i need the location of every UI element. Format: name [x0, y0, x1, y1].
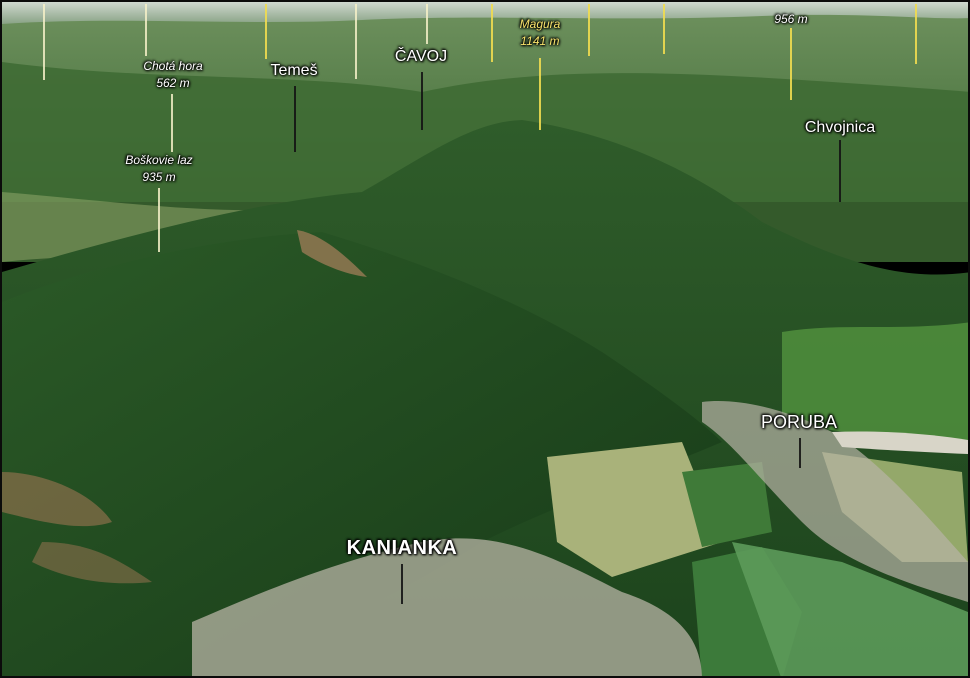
peak-elevation: 956 m [774, 12, 808, 26]
pin-line [294, 86, 296, 152]
peak-name: Boškovie laz [125, 153, 193, 167]
peak-label-956[interactable]: 956 m [774, 11, 807, 28]
pin-line [426, 4, 428, 44]
pin-line [145, 4, 147, 56]
pin-line [790, 28, 792, 100]
peak-name: Magura [519, 17, 561, 31]
pin-line [539, 58, 541, 130]
pin-line [158, 188, 160, 252]
pin-line [491, 4, 493, 62]
satellite-terrain [2, 2, 968, 676]
peak-label-boskovie-laz[interactable]: Boškovie laz 935 m [125, 152, 192, 186]
map-view[interactable]: Chotá hora 562 m Boškovie laz 935 m Magu… [0, 0, 970, 678]
pin-line [799, 438, 801, 468]
pin-line [915, 4, 917, 64]
feature-label-temes[interactable]: Temeš [270, 62, 317, 80]
pin-line [839, 140, 841, 202]
peak-name: Chotá hora [143, 59, 203, 73]
peak-label-chota-hora[interactable]: Chotá hora 562 m [143, 58, 202, 92]
pin-line [663, 4, 665, 54]
town-label-kanianka[interactable]: KANIANKA [347, 537, 458, 560]
peak-elevation: 935 m [142, 170, 176, 184]
pin-line [401, 564, 403, 604]
feature-label-chvojnica[interactable]: Chvojnica [805, 119, 875, 137]
peak-label-magura[interactable]: Magura 1141 m [520, 16, 561, 50]
pin-line [421, 72, 423, 130]
pin-line [355, 4, 357, 79]
peak-elevation: 1141 m [520, 34, 560, 48]
feature-label-cavoj[interactable]: ČAVOJ [395, 48, 447, 66]
pin-line [265, 4, 267, 59]
town-label-poruba[interactable]: PORUBA [761, 412, 837, 433]
pin-line [171, 94, 173, 152]
peak-elevation: 562 m [156, 76, 190, 90]
pin-line [588, 4, 590, 56]
pin-line [43, 4, 45, 80]
